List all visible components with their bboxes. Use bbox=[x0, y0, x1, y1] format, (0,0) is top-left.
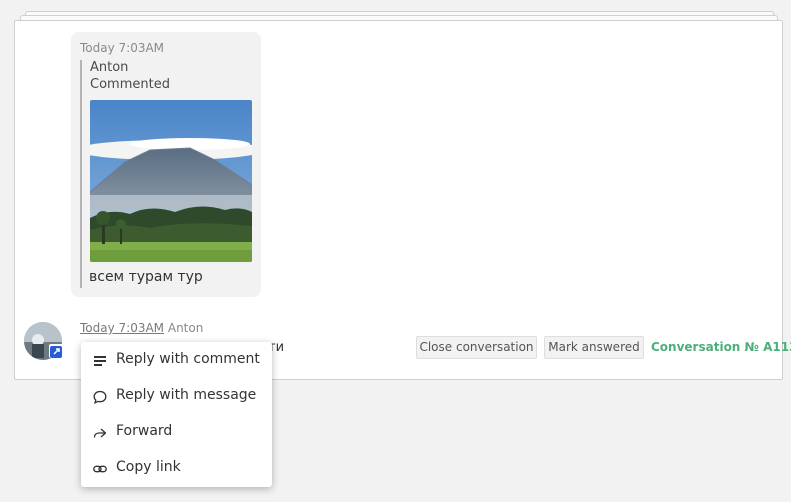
conversation-number[interactable]: Conversation № A113 bbox=[651, 340, 791, 354]
lines-icon bbox=[93, 353, 107, 367]
attached-photo[interactable] bbox=[90, 100, 252, 262]
mountain-landscape-image bbox=[90, 100, 252, 262]
context-menu: Reply with comment Reply with message Fo… bbox=[81, 342, 272, 487]
comment-meta: Today 7:03AM Anton bbox=[80, 321, 203, 335]
quote-author: Anton bbox=[90, 60, 129, 75]
speech-bubble-icon bbox=[93, 389, 107, 404]
menu-item-reply-with-message[interactable]: Reply with message bbox=[81, 378, 272, 414]
menu-item-label: Copy link bbox=[116, 459, 181, 475]
menu-item-copy-link[interactable]: Copy link bbox=[81, 450, 272, 486]
comment-author: Anton bbox=[167, 321, 204, 335]
message-time: Today 7:03AM bbox=[80, 41, 165, 55]
close-conversation-button[interactable]: Close conversation bbox=[416, 336, 537, 359]
menu-item-label: Reply with message bbox=[116, 387, 257, 403]
link-icon bbox=[93, 461, 107, 475]
comment-time-link[interactable]: Today 7:03AM bbox=[80, 321, 164, 335]
external-link-icon bbox=[49, 344, 63, 358]
menu-item-label: Reply with comment bbox=[116, 351, 260, 367]
mark-answered-button[interactable]: Mark answered bbox=[544, 336, 644, 359]
message-text: всем турам тур bbox=[89, 269, 203, 285]
quote-action: Commented bbox=[90, 77, 170, 92]
menu-item-forward[interactable]: Forward bbox=[81, 414, 272, 450]
menu-item-label: Forward bbox=[116, 423, 173, 439]
menu-item-reply-with-comment[interactable]: Reply with comment bbox=[81, 342, 272, 378]
forward-arrow-icon bbox=[93, 425, 107, 439]
